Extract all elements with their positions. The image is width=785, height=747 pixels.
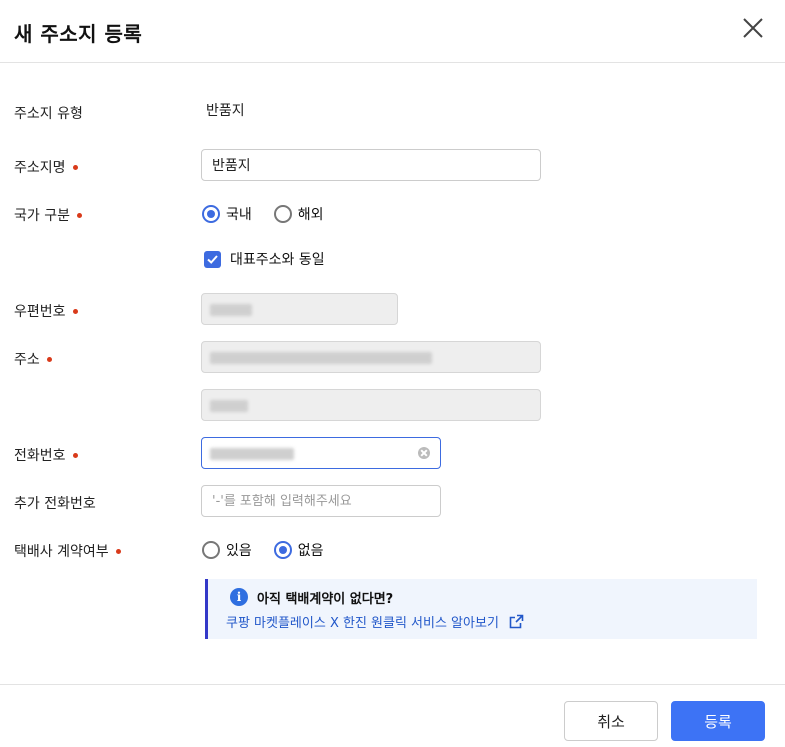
radio-domestic-label: 국내 xyxy=(226,207,252,223)
radio-checked-icon xyxy=(273,541,292,559)
address-label: 주소 xyxy=(14,349,52,369)
info-title: 아직 택배계약이 없다면? xyxy=(257,592,394,607)
check-icon xyxy=(204,250,221,268)
required-dot xyxy=(72,452,78,458)
country-label: 국가 구분 xyxy=(14,205,82,225)
name-label: 주소지명 xyxy=(14,157,78,177)
close-icon[interactable] xyxy=(739,14,767,42)
required-dot xyxy=(76,212,82,218)
extra-phone-label: 추가 전화번호 xyxy=(14,496,96,512)
radio-overseas-label: 해외 xyxy=(297,207,324,223)
zipcode-input xyxy=(201,293,398,325)
zipcode-label: 우편번호 xyxy=(14,301,78,321)
dialog-footer: 취소 등록 xyxy=(0,684,785,747)
required-dot xyxy=(46,356,52,362)
radio-contract-yes-label: 있음 xyxy=(226,543,252,559)
address-name-input[interactable] xyxy=(201,149,541,181)
submit-button[interactable]: 등록 xyxy=(671,701,765,741)
radio-domestic[interactable]: 국내 xyxy=(202,204,252,224)
info-icon: i xyxy=(230,588,248,606)
radio-overseas[interactable]: 해외 xyxy=(273,204,324,224)
radio-contract-yes[interactable]: 있음 xyxy=(202,540,252,560)
address-input xyxy=(201,341,541,373)
required-dot xyxy=(72,164,78,170)
required-dot xyxy=(115,548,121,554)
phone-label: 전화번호 xyxy=(14,445,78,465)
courier-contract-label: 택배사 계약여부 xyxy=(14,541,121,561)
address-detail-input xyxy=(201,389,541,421)
clear-icon[interactable] xyxy=(418,447,430,459)
type-value: 반품지 xyxy=(206,103,245,119)
address-dialog: 새 주소지 등록 주소지 유형 반품지 주소지명 국가 구분 국내 해외 대표주… xyxy=(0,0,785,746)
type-label: 주소지 유형 xyxy=(14,106,83,122)
external-link-icon xyxy=(509,614,524,629)
required-dot xyxy=(72,308,78,314)
radio-checked-icon xyxy=(202,205,220,223)
cancel-button[interactable]: 취소 xyxy=(564,701,658,741)
radio-unchecked-icon xyxy=(273,205,292,223)
same-as-main-label: 대표주소와 동일 xyxy=(230,252,325,268)
dialog-title: 새 주소지 등록 xyxy=(14,22,143,46)
country-radio-group: 국내 해외 xyxy=(202,204,346,224)
redacted-text xyxy=(210,400,248,412)
courier-info-box: i 아직 택배계약이 없다면? 쿠팡 마켓플레이스 X 한진 원클릭 서비스 알… xyxy=(205,579,757,639)
redacted-text xyxy=(210,448,294,460)
radio-unchecked-icon xyxy=(202,541,220,559)
radio-contract-no-label: 없음 xyxy=(297,543,324,559)
extra-phone-input[interactable] xyxy=(201,485,441,517)
info-link-text: 쿠팡 마켓플레이스 X 한진 원클릭 서비스 알아보기 xyxy=(226,616,499,631)
hanjin-service-link[interactable]: 쿠팡 마켓플레이스 X 한진 원클릭 서비스 알아보기 xyxy=(226,612,524,631)
redacted-text xyxy=(210,304,252,316)
phone-input[interactable] xyxy=(201,437,441,469)
same-as-main-checkbox[interactable]: 대표주소와 동일 xyxy=(204,249,325,269)
redacted-text xyxy=(210,352,432,364)
courier-radio-group: 있음 없음 xyxy=(202,540,346,560)
radio-contract-no[interactable]: 없음 xyxy=(273,540,324,560)
dialog-header: 새 주소지 등록 xyxy=(0,0,785,63)
